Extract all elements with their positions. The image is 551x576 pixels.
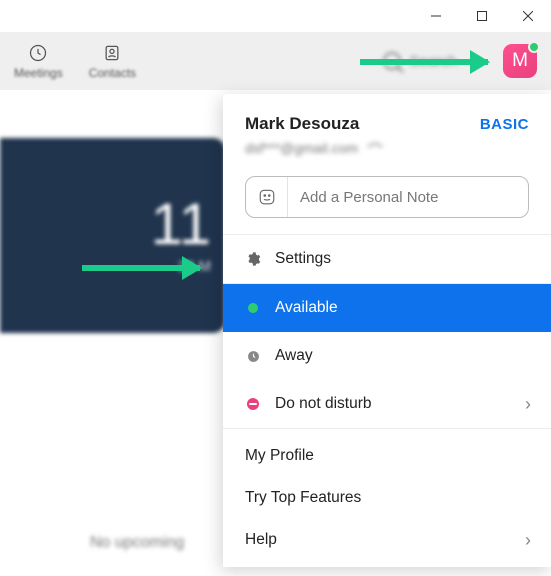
reveal-email-icon[interactable] <box>366 140 384 156</box>
menu-my-profile-label: My Profile <box>245 447 314 465</box>
annotation-arrow-to-settings <box>82 265 200 271</box>
window-titlebar <box>0 0 551 32</box>
profile-dropdown: Mark Desouza BASIC dsf***@gmail.com Sett… <box>223 94 551 567</box>
gear-icon <box>245 251 261 267</box>
profile-name: Mark Desouza <box>245 114 359 134</box>
menu-settings-label: Settings <box>275 250 331 268</box>
clock-icon <box>27 42 49 64</box>
menu-help-label: Help <box>245 531 277 549</box>
presence-indicator-icon <box>528 41 540 53</box>
nav-meetings-label: Meetings <box>14 66 63 80</box>
profile-email: dsf***@gmail.com <box>245 140 358 156</box>
menu-top-features-label: Try Top Features <box>245 489 361 507</box>
status-away-label: Away <box>275 347 313 365</box>
window-maximize-button[interactable] <box>459 0 505 32</box>
meeting-card: 11 28 M <box>0 138 225 333</box>
dnd-status-icon <box>245 396 261 412</box>
menu-help[interactable]: Help › <box>223 519 551 561</box>
status-available[interactable]: Available <box>223 284 551 332</box>
clock-time: 11 <box>151 196 211 254</box>
personal-note-field[interactable] <box>245 176 529 218</box>
emoji-picker-icon[interactable] <box>246 177 288 217</box>
profile-header: Mark Desouza BASIC dsf***@gmail.com <box>223 94 551 168</box>
profile-avatar-button[interactable]: M <box>503 44 537 78</box>
contacts-icon <box>101 42 123 64</box>
menu-my-profile[interactable]: My Profile <box>223 435 551 477</box>
annotation-arrow-to-avatar <box>360 59 488 65</box>
personal-note-input[interactable] <box>288 189 528 206</box>
status-away[interactable]: Away <box>223 332 551 380</box>
nav-meetings[interactable]: Meetings <box>14 42 63 80</box>
available-status-icon <box>248 303 258 313</box>
status-dnd-label: Do not disturb <box>275 395 372 413</box>
avatar-initial: M <box>512 50 528 72</box>
chevron-right-icon: › <box>525 394 531 415</box>
menu-settings[interactable]: Settings <box>223 235 551 283</box>
plan-badge[interactable]: BASIC <box>480 116 529 133</box>
window-minimize-button[interactable] <box>413 0 459 32</box>
status-available-label: Available <box>275 299 338 317</box>
away-status-icon <box>245 348 261 364</box>
menu-top-features[interactable]: Try Top Features <box>223 477 551 519</box>
nav-contacts[interactable]: Contacts <box>89 42 136 80</box>
chevron-right-icon: › <box>525 530 531 551</box>
no-upcoming-text: No upcoming <box>90 534 184 552</box>
nav-contacts-label: Contacts <box>89 66 136 80</box>
window-close-button[interactable] <box>505 0 551 32</box>
status-do-not-disturb[interactable]: Do not disturb › <box>223 380 551 428</box>
